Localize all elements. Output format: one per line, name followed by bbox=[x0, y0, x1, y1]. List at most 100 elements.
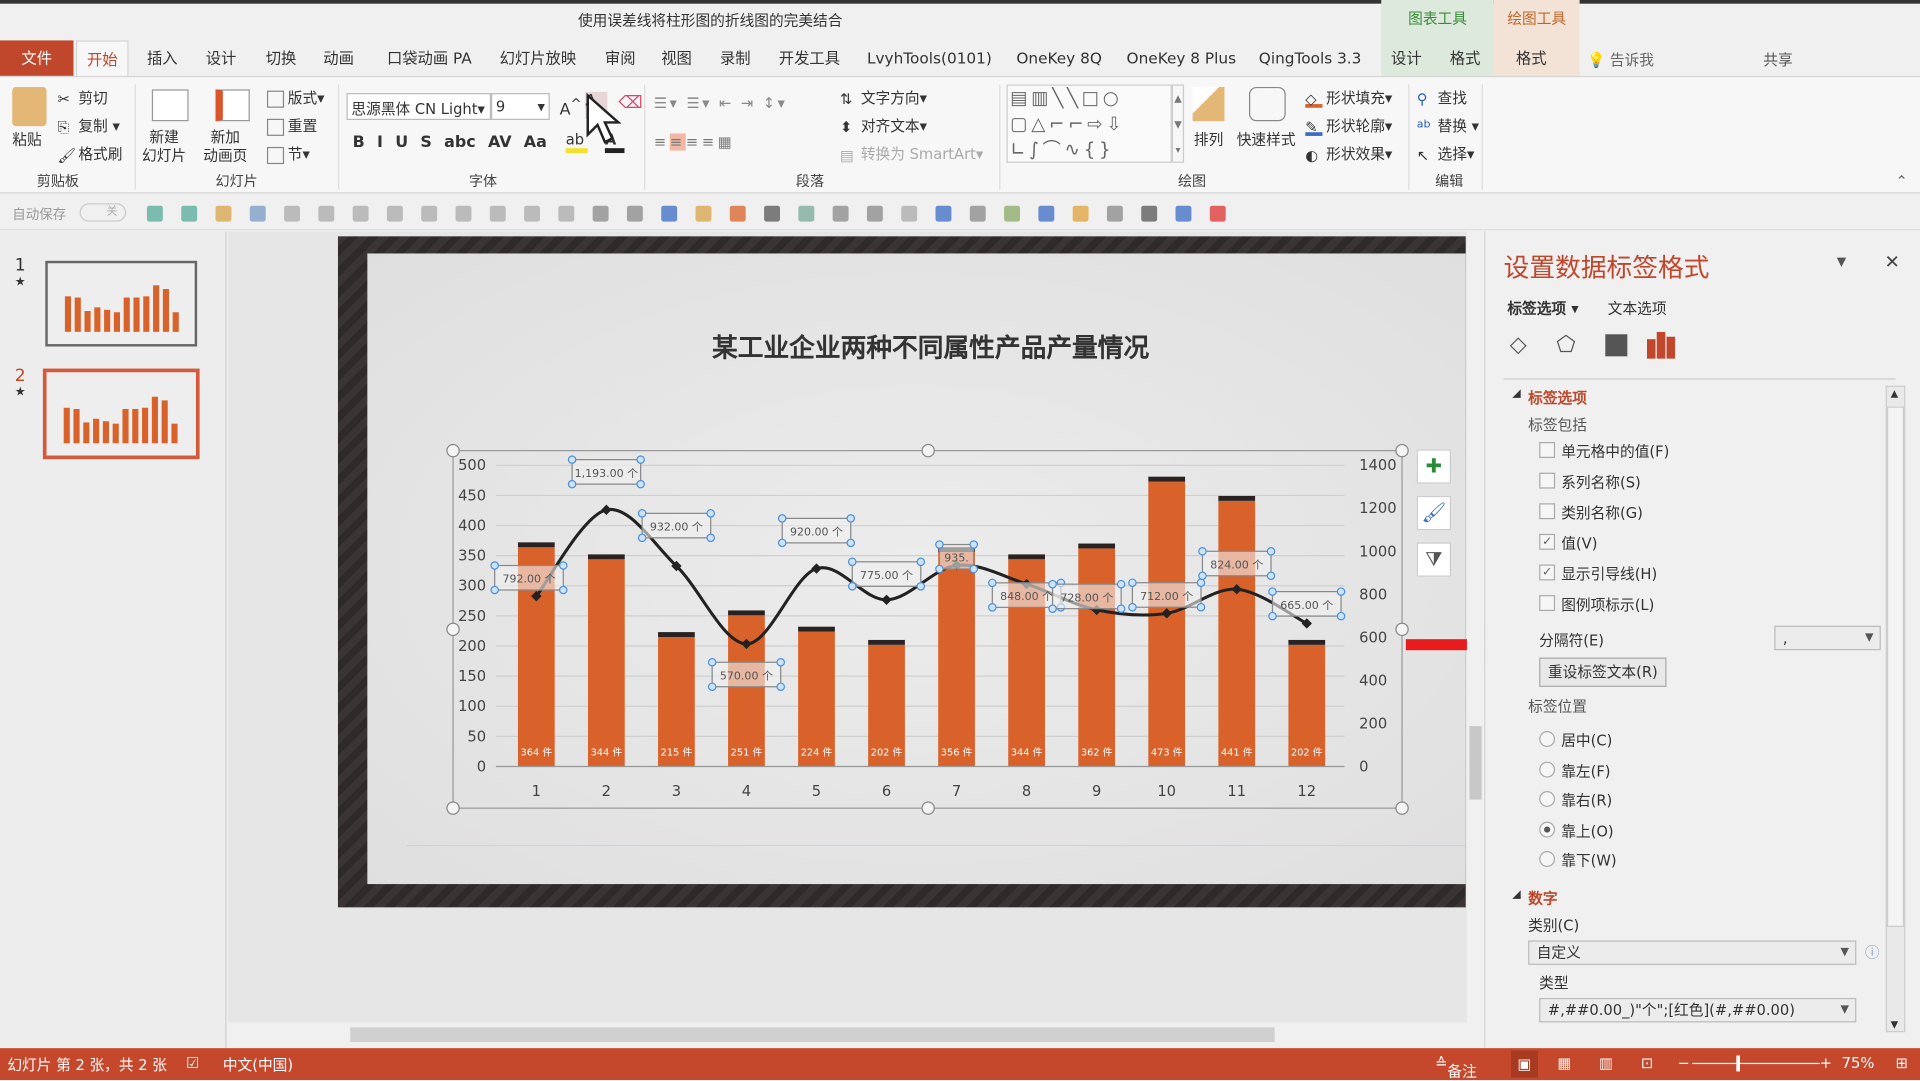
tab-8[interactable]: 审阅 bbox=[595, 40, 645, 76]
qat-tool-icon[interactable] bbox=[798, 205, 815, 222]
qat-tool-icon[interactable] bbox=[592, 205, 609, 222]
find-button[interactable]: ⚲ 查找 bbox=[1417, 87, 1467, 108]
qat-tool-icon[interactable] bbox=[1072, 205, 1089, 222]
combo-chart[interactable]: 0 50 100 150 200 250 300 350 400 450 500 0 200 400 600… bbox=[441, 441, 1421, 821]
radio-button[interactable] bbox=[1539, 791, 1556, 807]
autosave-toggle[interactable]: 关 bbox=[79, 203, 127, 222]
radio-label[interactable]: 靠右(R) bbox=[1561, 790, 1612, 811]
normal-view-icon[interactable]: ▣ bbox=[1511, 1050, 1538, 1078]
zoom-in-button[interactable]: + bbox=[1820, 1054, 1832, 1071]
paste-icon[interactable] bbox=[12, 86, 47, 127]
select-button[interactable]: ↖ 选择▾ bbox=[1417, 143, 1475, 164]
qat-tool-icon[interactable] bbox=[1175, 205, 1192, 222]
slide-thumbnail-1[interactable] bbox=[45, 260, 198, 347]
qat-tool-icon[interactable] bbox=[626, 205, 643, 222]
checkbox-label[interactable]: 显示引导线(H) bbox=[1561, 563, 1657, 584]
qat-tool-icon[interactable] bbox=[318, 205, 335, 222]
font-name-select[interactable]: 思源黑体 CN Light▾ bbox=[346, 93, 492, 121]
chart-title[interactable]: 某工业企业两种不同属性产品产量情况 bbox=[367, 328, 1494, 365]
cut-button[interactable]: ✂ 剪切 bbox=[58, 87, 108, 108]
collapse-ribbon-icon[interactable]: ⌃ bbox=[1896, 173, 1908, 190]
text-direction-button[interactable]: ⇅ 文字方向▾ bbox=[840, 87, 927, 108]
radio-label[interactable]: 靠下(W) bbox=[1561, 850, 1616, 871]
tab-18[interactable]: 格式 bbox=[1506, 40, 1556, 76]
qat-tool-icon[interactable] bbox=[764, 205, 781, 222]
radio-label[interactable]: 靠上(O) bbox=[1561, 820, 1613, 841]
quick-styles-button[interactable]: 快速样式 bbox=[1237, 129, 1296, 150]
paste-button[interactable]: 粘贴 bbox=[12, 129, 41, 150]
font-style-button[interactable]: Aa bbox=[524, 133, 547, 151]
tab-5[interactable]: 动画 bbox=[313, 40, 363, 76]
new-animation-page-button[interactable]: 新加 动画页 bbox=[203, 129, 247, 166]
chart-styles-button[interactable]: 🖌 bbox=[1416, 495, 1452, 531]
effects-pentagon-icon[interactable]: ⬠ bbox=[1556, 332, 1575, 358]
tab-text-options[interactable]: 文本选项 bbox=[1608, 298, 1667, 319]
radio-label[interactable]: 靠左(F) bbox=[1561, 760, 1610, 781]
zoom-out-button[interactable]: − bbox=[1678, 1054, 1690, 1071]
qat-tool-icon[interactable] bbox=[1004, 205, 1021, 222]
qat-tool-icon[interactable] bbox=[1141, 205, 1158, 222]
reset-button[interactable]: 重置 bbox=[266, 115, 317, 136]
qat-tool-icon[interactable] bbox=[901, 205, 918, 222]
shape-outline-button[interactable]: ✎ 形状轮廓▾ bbox=[1305, 115, 1392, 136]
font-style-button[interactable]: I bbox=[377, 133, 383, 151]
radio-button[interactable] bbox=[1539, 851, 1556, 867]
checkbox[interactable] bbox=[1539, 503, 1556, 520]
tell-me-search[interactable]: 💡 告诉我 bbox=[1587, 49, 1654, 70]
qat-tool-icon[interactable] bbox=[455, 205, 472, 222]
tab-7[interactable]: 幻灯片放映 bbox=[490, 40, 586, 76]
shape-effects-button[interactable]: ◐ 形状效果▾ bbox=[1305, 143, 1392, 164]
pane-scrollbar[interactable]: ▲ ▼ bbox=[1885, 385, 1906, 1033]
tab-10[interactable]: 录制 bbox=[710, 40, 760, 76]
category-select[interactable]: 自定义 ▼ bbox=[1528, 940, 1857, 965]
qat-tool-icon[interactable] bbox=[1038, 205, 1055, 222]
align-text-button[interactable]: ⬍ 对齐文本▾ bbox=[840, 115, 927, 136]
zoom-slider-thumb[interactable] bbox=[1736, 1055, 1741, 1072]
fill-line-icon[interactable]: ◇ bbox=[1510, 332, 1527, 358]
zoom-level[interactable]: 75% bbox=[1842, 1054, 1875, 1071]
arrange-button[interactable]: 排列 bbox=[1194, 129, 1223, 150]
size-properties-icon[interactable] bbox=[1605, 334, 1628, 357]
qat-tool-icon[interactable] bbox=[866, 205, 883, 222]
tab-1[interactable]: 开始 bbox=[75, 40, 129, 76]
fit-slide-icon[interactable]: ⊞ bbox=[1896, 1054, 1908, 1071]
tab-0[interactable]: 文件 bbox=[0, 40, 74, 76]
qat-tool-icon[interactable] bbox=[729, 205, 746, 222]
qat-tool-icon[interactable] bbox=[146, 205, 163, 222]
language-indicator[interactable]: 中文(中国) bbox=[223, 1054, 293, 1075]
checkbox-label[interactable]: 系列名称(S) bbox=[1561, 471, 1641, 492]
increase-font-icon[interactable]: A^ bbox=[560, 96, 582, 120]
copy-button[interactable]: ⎘ 复制 ▾ bbox=[58, 115, 120, 136]
list-buttons[interactable]: ☰▾ ☰▾ ⇤ ⇥ ↕▾ bbox=[654, 94, 787, 111]
reading-view-icon[interactable]: ▥ bbox=[1599, 1054, 1613, 1071]
qat-tool-icon[interactable] bbox=[489, 205, 506, 222]
qat-tool-icon[interactable] bbox=[695, 205, 712, 222]
radio-label[interactable]: 居中(C) bbox=[1561, 730, 1612, 751]
checkbox[interactable]: ✓ bbox=[1539, 564, 1556, 581]
tab-9[interactable]: 视图 bbox=[651, 40, 701, 76]
format-painter-button[interactable]: 🖌 格式刷 bbox=[58, 143, 123, 164]
qat-tool-icon[interactable] bbox=[935, 205, 952, 222]
tab-14[interactable]: OneKey 8 Plus bbox=[1117, 40, 1246, 76]
section-label-options[interactable]: 标签选项 bbox=[1528, 387, 1587, 408]
section-number[interactable]: 数字 bbox=[1528, 888, 1557, 909]
qat-tool-icon[interactable] bbox=[969, 205, 986, 222]
notes-button[interactable]: ≙ 备注 bbox=[1435, 1054, 1477, 1080]
qat-tool-icon[interactable] bbox=[1209, 205, 1226, 222]
checkbox-label[interactable]: 类别名称(G) bbox=[1561, 502, 1643, 523]
radio-button[interactable] bbox=[1539, 731, 1556, 747]
gallery-scroll[interactable]: ▲ ▼ ▾ bbox=[1171, 84, 1185, 163]
qat-tool-icon[interactable] bbox=[249, 205, 266, 222]
shape-fill-button[interactable]: ◇ 形状填充▾ bbox=[1305, 87, 1392, 108]
smartart-button[interactable]: ▤ 转换为 SmartArt▾ bbox=[840, 143, 983, 164]
zoom-slider[interactable] bbox=[1692, 1062, 1820, 1065]
checkbox-label[interactable]: 单元格中的值(F) bbox=[1561, 441, 1669, 462]
qat-tool-icon[interactable] bbox=[421, 205, 438, 222]
tab-6[interactable]: 口袋动画 PA bbox=[377, 40, 481, 76]
tab-13[interactable]: OneKey 8Q bbox=[1007, 40, 1112, 76]
share-button[interactable]: 共享 bbox=[1763, 49, 1792, 70]
tab-11[interactable]: 开发工具 bbox=[769, 40, 850, 76]
format-code-select[interactable]: #,##0.00_)"个";[红色](#,##0.00) ▼ bbox=[1539, 997, 1857, 1023]
checkbox-label[interactable]: 图例项标示(L) bbox=[1561, 594, 1654, 615]
font-style-button[interactable]: abc bbox=[444, 133, 476, 151]
